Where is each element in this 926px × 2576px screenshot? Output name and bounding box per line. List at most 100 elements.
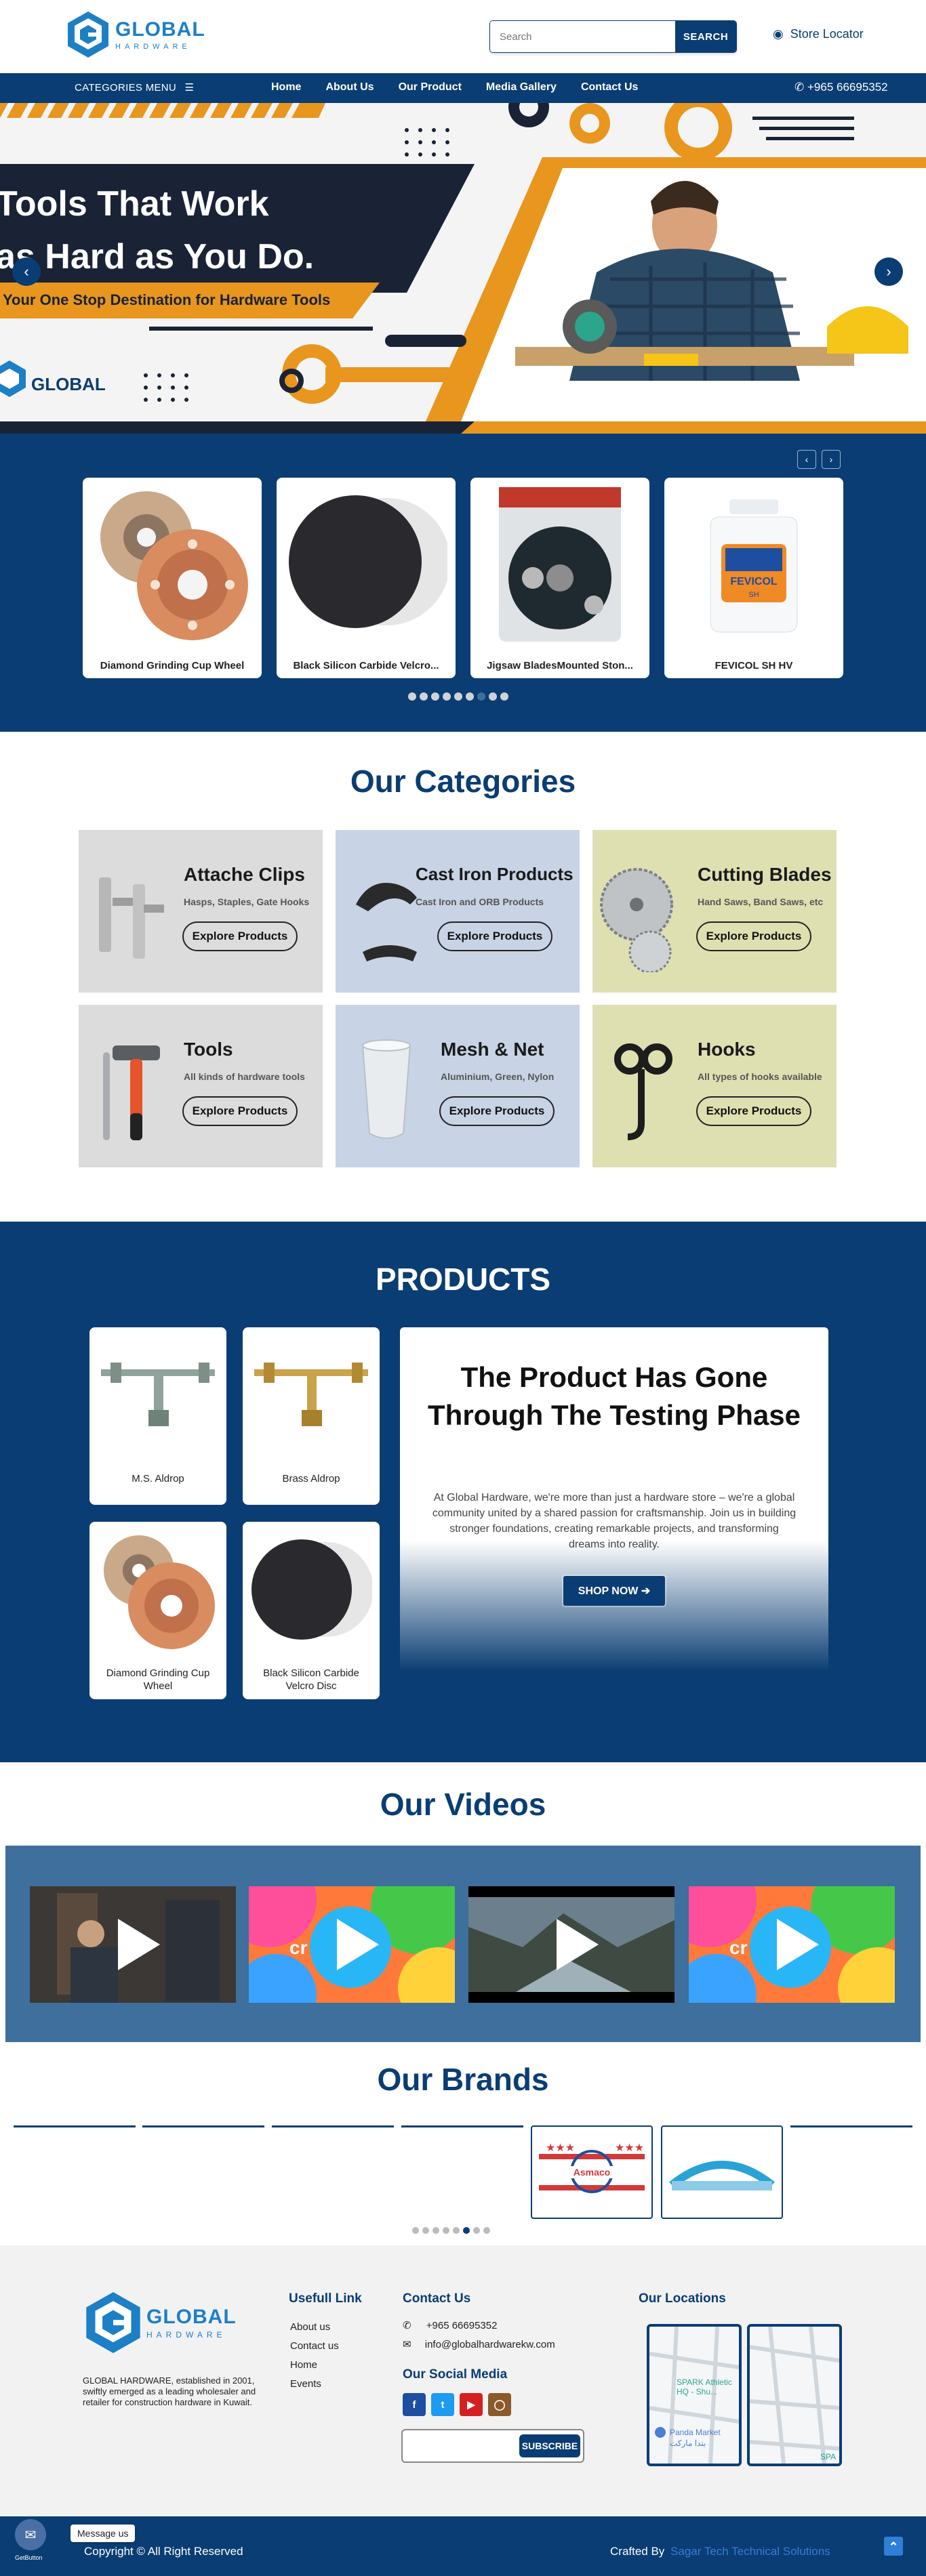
footer-link-events[interactable]: Events	[290, 2378, 321, 2390]
site-logo[interactable]: GLOBAL HARDWARE	[65, 10, 205, 59]
nav-link-home[interactable]: Home	[271, 81, 301, 94]
carousel-dot[interactable]	[454, 692, 462, 701]
map-image: SPARK Athletic HQ - Shu... Panda Market …	[649, 2327, 739, 2464]
nav-link-about[interactable]: About Us	[325, 81, 374, 94]
brand-dot[interactable]	[453, 2227, 460, 2234]
carousel-card[interactable]: Diamond Grinding Cup Wheel	[83, 478, 262, 678]
nav-phone[interactable]: ✆ +965 66695352	[794, 81, 888, 94]
product-card[interactable]: M.S. Aldrop	[89, 1327, 226, 1505]
chat-widget-label[interactable]: Message us	[71, 2525, 136, 2542]
explore-products-button[interactable]: Explore Products	[439, 1096, 555, 1126]
category-title: Cutting Blades	[698, 864, 832, 885]
category-card[interactable]: Hooks All types of hooks available Explo…	[592, 1005, 837, 1167]
brand-dot[interactable]	[432, 2227, 439, 2234]
explore-products-button[interactable]: Explore Products	[437, 921, 552, 951]
brand-dot[interactable]	[422, 2227, 429, 2234]
category-title: Hooks	[698, 1039, 756, 1060]
brand-dot[interactable]	[483, 2227, 490, 2234]
shop-now-button[interactable]: SHOP NOW ➔	[563, 1576, 665, 1606]
search-button[interactable]: SEARCH	[675, 21, 736, 52]
twitter-icon[interactable]: t	[431, 2393, 454, 2416]
grinding-wheel-image	[104, 1535, 215, 1649]
fevicol-jar-image: FEVICOL SH	[710, 499, 798, 633]
play-icon	[557, 1919, 599, 1970]
category-card[interactable]: Cutting Blades Hand Saws, Band Saws, etc…	[592, 830, 837, 993]
hero-next-button[interactable]: ›	[874, 257, 903, 286]
footer-link-contact[interactable]: Contact us	[290, 2340, 339, 2352]
brand-arch-logo	[669, 2161, 775, 2190]
crafter-link[interactable]: Sagar Tech Technical Solutions	[670, 2545, 830, 2558]
useful-links-heading: Usefull Link	[289, 2291, 362, 2306]
product-card-title: Diamond Grinding Cup Wheel	[106, 1667, 210, 1692]
youtube-icon[interactable]: ▶	[460, 2393, 483, 2416]
location-map[interactable]: SPARK Athletic HQ - Shu... Panda Market …	[647, 2324, 742, 2466]
promo-text: At Global Hardware, we're more than just…	[432, 1492, 797, 1550]
location-map[interactable]: SPA	[747, 2324, 842, 2466]
carousel-next-button[interactable]: ›	[822, 450, 841, 469]
categories-menu-button[interactable]: CATEGORIES MENU ☰	[75, 81, 194, 94]
envelope-icon: ✉	[403, 2339, 411, 2350]
subscribe-button[interactable]: SUBSCRIBE	[519, 2434, 580, 2457]
carousel-dot-active[interactable]	[477, 692, 485, 701]
category-card[interactable]: Cast Iron Products Cast Iron and ORB Pro…	[336, 830, 580, 993]
map-label: SPARK Athletic	[677, 2377, 732, 2387]
carousel-card[interactable]: FEVICOL SH FEVICOL SH HV	[664, 478, 843, 678]
product-card[interactable]: Brass Aldrop	[243, 1327, 380, 1505]
explore-products-button[interactable]: Explore Products	[182, 921, 298, 951]
carousel-card[interactable]: Jigsaw BladesMounted Ston...	[470, 478, 649, 678]
hook-image	[614, 1043, 672, 1140]
social-heading: Our Social Media	[403, 2367, 508, 2382]
carousel-dot[interactable]	[466, 692, 474, 701]
contact-email-address: info@globalhardwarekw.com	[424, 2339, 555, 2350]
explore-products-button[interactable]: Explore Products	[182, 1096, 298, 1126]
brand-dot[interactable]	[412, 2227, 419, 2234]
video-thumbnail[interactable]	[468, 1886, 675, 2003]
explore-products-button[interactable]: Explore Products	[696, 921, 811, 951]
brand-logo-card[interactable]: ★★★ ★★★ Asmaco	[531, 2125, 653, 2219]
brand-dot[interactable]	[443, 2227, 449, 2234]
asmaco-logo: ★★★ ★★★ Asmaco	[539, 2142, 645, 2193]
chat-widget-button[interactable]: ✉	[15, 2519, 46, 2550]
subscribe-email-input[interactable]	[408, 2436, 517, 2457]
brand-dot-active[interactable]	[463, 2227, 470, 2234]
hero-prev-button[interactable]: ‹	[12, 257, 41, 286]
nav-link-media[interactable]: Media Gallery	[486, 81, 557, 94]
nav-link-contact[interactable]: Contact Us	[581, 81, 638, 94]
carousel-dot[interactable]	[489, 692, 497, 701]
product-card[interactable]: Diamond Grinding Cup Wheel	[89, 1522, 226, 1699]
video-thumbnail[interactable]	[30, 1886, 236, 2003]
category-card[interactable]: Attache Clips Hasps, Staples, Gate Hooks…	[79, 830, 323, 993]
video-thumbnail[interactable]: cr	[689, 1886, 895, 2003]
contact-email[interactable]: ✉ info@globalhardwarekw.com	[403, 2338, 555, 2350]
category-card[interactable]: Tools All kinds of hardware tools Explor…	[79, 1005, 323, 1167]
search-input[interactable]	[490, 21, 675, 52]
brand-logo-card[interactable]	[661, 2125, 783, 2219]
facebook-icon[interactable]: f	[403, 2393, 426, 2416]
carousel-dot[interactable]	[443, 692, 451, 701]
footer-logo[interactable]: GLOBAL HARDWARE	[83, 2289, 237, 2356]
carousel-dot[interactable]	[500, 692, 508, 701]
brand-dot[interactable]	[473, 2227, 480, 2234]
carousel-dot[interactable]	[408, 692, 416, 701]
mesh-net-image	[361, 1039, 411, 1139]
product-card[interactable]: Black Silicon Carbide Velcro Disc	[243, 1522, 380, 1699]
categories-menu-label: CATEGORIES MENU	[75, 82, 177, 94]
back-to-top-button[interactable]: ⌃	[884, 2537, 903, 2556]
carousel-card[interactable]: Black Silicon Carbide Velcro...	[277, 478, 456, 678]
video-thumbnail[interactable]: cr	[249, 1886, 455, 2003]
footer-link-home[interactable]: Home	[290, 2359, 317, 2371]
carousel-dot[interactable]	[431, 692, 439, 701]
instagram-icon[interactable]: ◯	[488, 2393, 511, 2416]
contact-phone[interactable]: ✆ +965 66695352	[403, 2319, 497, 2331]
explore-products-button[interactable]: Explore Products	[696, 1096, 811, 1126]
carousel-prev-button[interactable]: ‹	[797, 450, 816, 469]
category-subtitle: All kinds of hardware tools	[184, 1071, 305, 1082]
nav-link-product[interactable]: Our Product	[399, 81, 462, 94]
play-icon	[777, 1919, 819, 1970]
carousel-dot[interactable]	[420, 692, 428, 701]
store-locator-link[interactable]: ◉ Store Locator	[773, 27, 864, 41]
footer-link-about[interactable]: About us	[290, 2321, 330, 2333]
crafted-by: Crafted By Sagar Tech Technical Solution…	[610, 2545, 830, 2558]
category-card[interactable]: Mesh & Net Aluminium, Green, Nylon Explo…	[336, 1005, 580, 1167]
brass-aldrop-image	[254, 1363, 368, 1426]
